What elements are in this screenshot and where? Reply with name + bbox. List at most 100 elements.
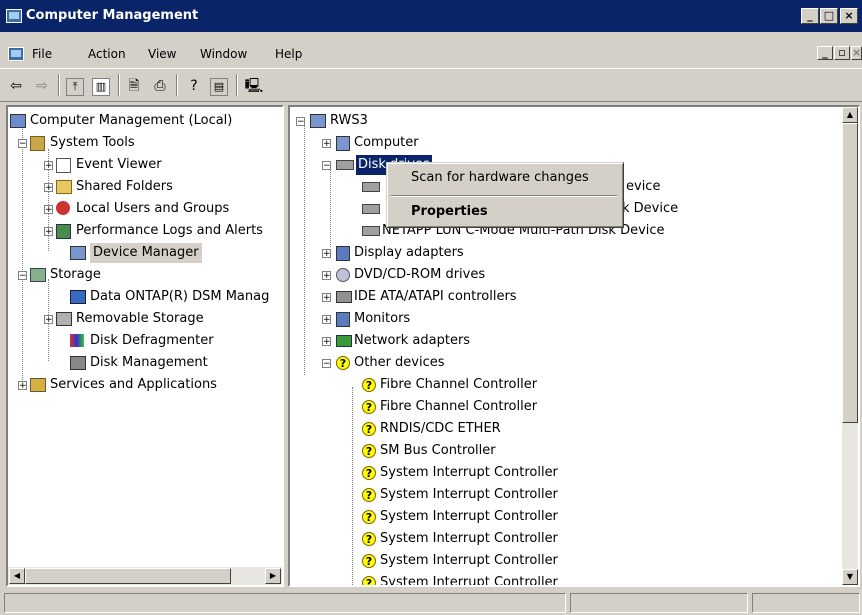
expand-toggle-icon[interactable]: +	[322, 337, 331, 347]
unknown-device-icon: ?	[362, 576, 376, 585]
toolbar-separator	[58, 74, 60, 96]
storage-icon	[30, 268, 46, 282]
unknown-device-icon: ?	[362, 444, 376, 458]
mdi-minimize-button[interactable]: _	[817, 46, 833, 60]
close-button[interactable]: ×	[840, 8, 858, 24]
unknown-device-icon: ?	[362, 554, 376, 568]
up-folder-icon[interactable]: ⤒	[66, 78, 84, 96]
menu-action[interactable]: Action	[88, 47, 126, 61]
dsm-icon	[70, 290, 86, 304]
forward-arrow-icon[interactable]: ⇨	[32, 76, 52, 96]
disk-management-icon	[70, 356, 86, 370]
menu-help[interactable]: Help	[275, 47, 302, 61]
collapse-toggle-icon[interactable]: −	[18, 271, 27, 281]
scroll-down-button[interactable]: ▼	[842, 569, 858, 585]
svg-text:?: ?	[366, 511, 372, 524]
device-manager-scan-icon[interactable]: 🖳	[244, 76, 264, 96]
users-icon	[56, 201, 70, 215]
tools-icon	[30, 136, 45, 151]
computer-icon	[336, 136, 350, 151]
toolbar-separator	[236, 74, 238, 96]
show-hide-tree-icon[interactable]: ▥	[92, 78, 110, 96]
disk-drive-icon	[362, 204, 380, 214]
menu-item-properties[interactable]: Properties	[411, 204, 488, 219]
menu-window[interactable]: Window	[200, 47, 247, 61]
expand-toggle-icon[interactable]: +	[44, 227, 53, 237]
performance-icon	[56, 224, 71, 239]
right-vertical-scrollbar[interactable]: ▲ ▼	[842, 107, 858, 585]
unknown-device-icon: ?	[362, 422, 376, 436]
device-manager-icon	[70, 246, 86, 260]
scroll-thumb[interactable]	[25, 568, 231, 584]
expand-toggle-icon[interactable]: +	[44, 205, 53, 215]
expand-toggle-icon[interactable]: +	[44, 183, 53, 193]
status-bar-panel	[752, 593, 860, 613]
maximize-button[interactable]: □	[820, 8, 838, 24]
scroll-right-button[interactable]: ▶	[265, 568, 281, 584]
svg-text:?: ?	[366, 577, 372, 585]
disk-drive-icon	[362, 226, 380, 236]
expand-toggle-icon[interactable]: +	[322, 139, 331, 149]
unknown-device-icon: ?	[362, 400, 376, 414]
expand-toggle-icon[interactable]: +	[322, 271, 331, 281]
warning-question-icon: ?	[336, 356, 350, 370]
disk-drive-icon	[336, 160, 354, 170]
minimize-button[interactable]: _	[801, 8, 819, 24]
dvd-drive-icon	[336, 268, 350, 282]
back-arrow-icon[interactable]: ⇦	[6, 76, 26, 96]
collapse-toggle-icon[interactable]: −	[322, 161, 331, 171]
mdi-close-button[interactable]: ×	[851, 46, 862, 60]
expand-toggle-icon[interactable]: +	[44, 161, 53, 171]
unknown-device-icon: ?	[362, 466, 376, 480]
properties-icon[interactable]: 🗎	[124, 76, 144, 96]
mmc-document-icon[interactable]	[8, 47, 24, 61]
defragmenter-icon	[70, 334, 84, 347]
menu-view[interactable]: View	[148, 47, 176, 61]
unknown-device-icon: ?	[362, 488, 376, 502]
expand-toggle-icon[interactable]: +	[322, 293, 331, 303]
removable-storage-icon	[56, 312, 72, 326]
svg-text:?: ?	[366, 379, 372, 392]
collapse-toggle-icon[interactable]: −	[296, 117, 305, 127]
svg-text:?: ?	[366, 489, 372, 502]
scroll-left-button[interactable]: ◀	[9, 568, 25, 584]
print-icon[interactable]: ⎙	[150, 76, 170, 96]
left-horizontal-scrollbar[interactable]: ◀ ▶	[8, 567, 282, 585]
ide-controller-icon	[336, 291, 352, 303]
shared-folder-icon	[56, 180, 72, 194]
svg-text:?: ?	[366, 445, 372, 458]
svg-text:?: ?	[366, 533, 372, 546]
window-title: Computer Management	[26, 8, 199, 23]
expand-toggle-icon[interactable]: +	[44, 315, 53, 325]
monitor-icon	[336, 312, 350, 327]
scroll-up-button[interactable]: ▲	[842, 107, 858, 123]
expand-toggle-icon[interactable]: +	[322, 315, 331, 325]
console-view-icon[interactable]: ▤	[210, 78, 228, 96]
menu-bar	[0, 40, 862, 64]
menu-separator	[391, 195, 617, 197]
computer-management-app-icon[interactable]	[6, 9, 22, 23]
menu-file[interactable]: File	[32, 47, 52, 61]
help-icon[interactable]: ?	[184, 76, 204, 96]
toolbar-separator	[176, 74, 178, 96]
mdi-restore-button[interactable]: ▫	[834, 46, 850, 60]
collapse-toggle-icon[interactable]: −	[322, 359, 331, 369]
svg-text:?: ?	[340, 357, 346, 370]
svg-text:?: ?	[366, 423, 372, 436]
unknown-device-icon: ?	[362, 532, 376, 546]
toolbar-separator	[118, 74, 120, 96]
expand-toggle-icon[interactable]: +	[18, 381, 27, 391]
status-bar-panel	[570, 593, 748, 613]
unknown-device-icon: ?	[362, 378, 376, 392]
scroll-thumb[interactable]	[842, 123, 858, 423]
collapse-toggle-icon[interactable]: −	[18, 139, 27, 149]
title-bar: Computer Management _ □ ×	[0, 0, 862, 32]
status-bar-main	[4, 593, 566, 613]
network-adapter-icon	[336, 335, 352, 347]
display-adapter-icon	[336, 246, 350, 261]
menu-item-scan-for-hardware-changes[interactable]: Scan for hardware changes	[411, 170, 589, 185]
context-menu: Scan for hardware changes Properties	[386, 162, 624, 228]
expand-toggle-icon[interactable]: +	[322, 249, 331, 259]
console-tree: Computer Management (Local) − System Too…	[8, 107, 282, 569]
computer-icon	[10, 114, 26, 128]
